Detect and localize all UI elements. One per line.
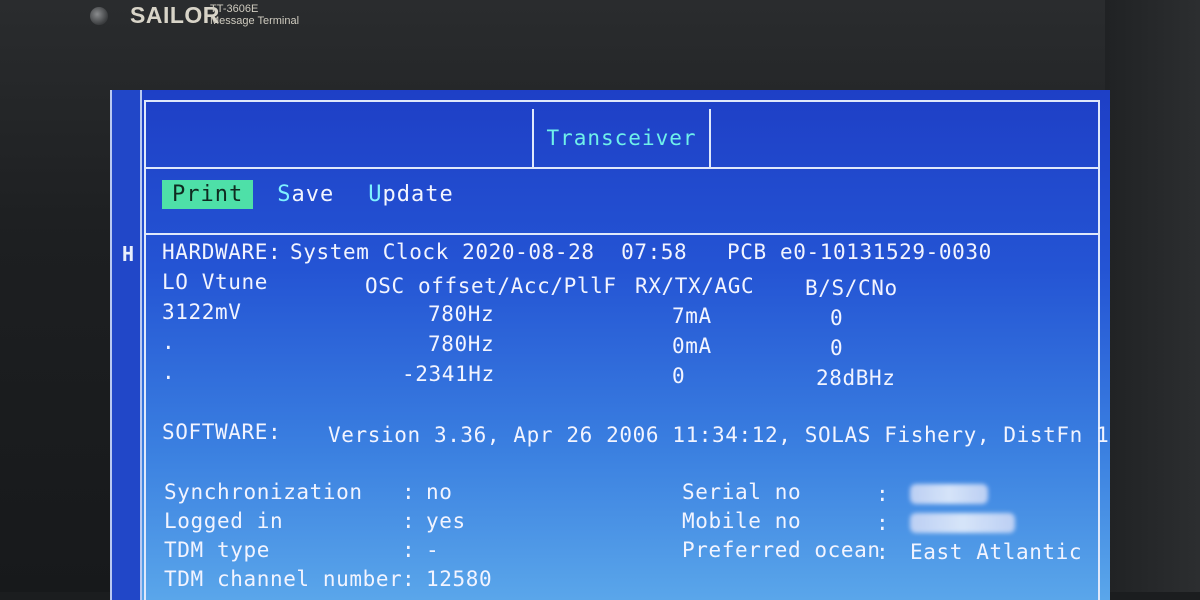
divider [144,233,1100,235]
status-ocean-value: East Atlantic [910,540,1083,564]
software-label: SOFTWARE: [162,420,282,444]
cell-r3-lo: . [162,360,176,384]
window-title: Transceiver [546,126,697,150]
status-mobile-colon: : [876,511,890,535]
status-sync-colon: : [402,480,416,504]
terminal-screen: H Transceiver Print Save Update HARDWARE… [110,90,1110,600]
divider [144,167,1100,169]
cell-r2-bscno: 0 [830,336,844,360]
mobile-redacted [910,513,1015,533]
status-tdmtype-value: - [426,538,440,562]
hardware-line: System Clock 2020-08-28 07:58 PCB e0-101… [290,240,992,264]
status-logged-colon: : [402,509,416,533]
status-mobile-label: Mobile no [682,509,802,533]
menu-update-hotkey: U [368,181,383,207]
hardware-label: HARDWARE: [162,240,282,264]
model-number: TT-3606E [210,3,259,15]
menu-update[interactable]: Update [358,180,463,209]
model-label: TT-3606E Message Terminal [210,3,299,27]
cell-r3-rxtx: 0 [672,364,686,388]
menu-save[interactable]: Save [267,180,344,209]
cell-r2-lo: . [162,330,176,354]
brand-logo: SAILOR [130,2,220,28]
status-logged-value: yes [426,509,466,533]
status-tdmchan-label: TDM channel number [164,567,403,591]
menu-update-label: pdate [382,181,454,207]
menu-save-hotkey: S [277,181,292,207]
menu-save-label: ave [291,181,335,207]
status-tdmchan-value: 12580 [426,567,493,591]
cell-r3-osc: -2341Hz [402,362,495,386]
col-header-osc: OSC offset/Acc/PllF [365,274,617,298]
serial-redacted [910,484,988,504]
title-box: Transceiver [532,109,711,167]
cell-r1-osc: 780Hz [428,302,495,326]
cell-r2-osc: 780Hz [428,332,495,356]
cell-r1-rxtx: 7mA [672,304,712,328]
status-logged-label: Logged in [164,509,284,533]
software-version: Version 3.36, Apr 26 2006 11:34:12, SOLA… [328,423,1110,447]
screw-icon [90,7,108,25]
status-sync-label: Synchronization [164,480,363,504]
col-header-lo: LO Vtune [162,270,268,294]
device-bezel-right [1105,0,1200,592]
side-panel [110,90,142,600]
model-subtitle: Message Terminal [210,15,300,27]
status-serial-colon: : [876,482,890,506]
status-ocean-label: Preferred ocean [682,538,881,562]
menu-bar: Print Save Update [162,178,464,210]
menu-print[interactable]: Print [162,179,254,209]
status-ocean-colon: : [876,540,890,564]
status-tdmchan-colon: : [402,567,416,591]
status-serial-label: Serial no [682,480,802,504]
side-panel-letter: H [122,242,135,266]
col-header-rxtx: RX/TX/AGC [635,274,755,298]
status-sync-value: no [426,480,453,504]
cell-r1-lo: 3122mV [162,300,242,324]
cell-r1-bscno: 0 [830,306,844,330]
col-header-bscno: B/S/CNo [805,276,898,300]
cell-r3-bscno: 28dBHz [816,366,896,390]
cell-r2-rxtx: 0mA [672,334,712,358]
status-tdmtype-label: TDM type [164,538,270,562]
status-tdmtype-colon: : [402,538,416,562]
